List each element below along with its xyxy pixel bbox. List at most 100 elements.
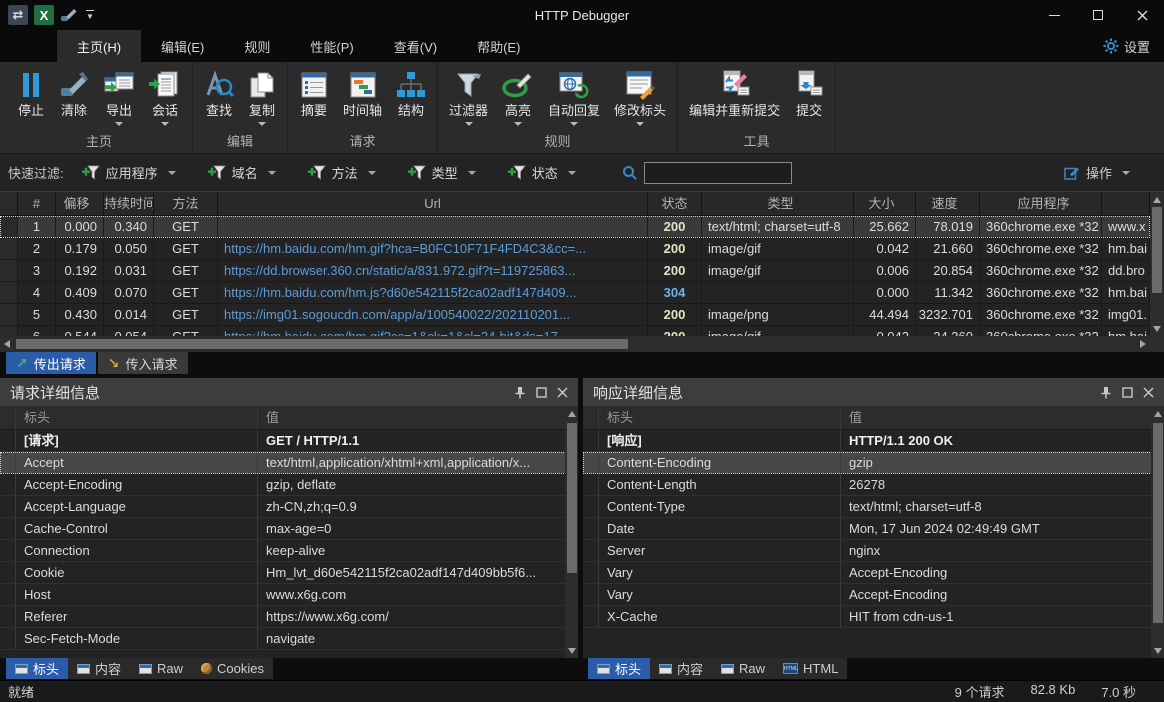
menu-tab-1[interactable]: 主页(H) <box>57 30 141 62</box>
table-row[interactable]: 10.0000.340GET200text/html; charset=utf-… <box>0 216 1150 238</box>
vertical-scrollbar[interactable] <box>1151 406 1164 658</box>
table-row[interactable]: 60.5440.054GEThttps://hm.baidu.com/hm.gi… <box>0 326 1150 336</box>
close-panel-icon[interactable] <box>557 387 568 398</box>
detail-row[interactable]: Connectionkeep-alive <box>0 540 578 562</box>
column-header-size[interactable]: 大小 <box>854 192 916 215</box>
edit-resubmit-button[interactable]: 编辑并重新提交 <box>682 65 787 129</box>
column-header-status[interactable]: 状态 <box>648 192 702 215</box>
highlight-button[interactable]: 高亮 <box>495 65 541 129</box>
detail-row[interactable]: Content-Typetext/html; charset=utf-8 <box>583 496 1164 518</box>
copy-button[interactable]: 复制 <box>241 65 283 129</box>
minimize-button[interactable] <box>1032 0 1076 30</box>
scroll-up-button[interactable] <box>1150 192 1164 207</box>
column-header-url[interactable]: Url <box>218 192 648 215</box>
find-button[interactable]: 查找 <box>197 65 241 129</box>
column-header-duration[interactable]: 持续时间 <box>104 192 154 215</box>
column-header-speed[interactable]: 速度 <box>916 192 980 215</box>
detail-row[interactable]: Sec-Fetch-Modenavigate <box>0 628 578 650</box>
request-tab-headers[interactable]: 标头 <box>6 658 68 679</box>
menu-tab-5[interactable]: 查看(V) <box>374 30 457 62</box>
detail-row[interactable]: Content-Length26278 <box>583 474 1164 496</box>
scroll-right-button[interactable] <box>1136 337 1150 352</box>
tab-incoming-requests[interactable]: ↘ 传入请求 <box>98 352 188 374</box>
filter-application[interactable]: 应用程序 <box>82 163 176 182</box>
table-row[interactable]: 50.4300.014GEThttps://img01.sogoucdn.com… <box>0 304 1150 326</box>
scroll-up-button[interactable] <box>1151 406 1164 421</box>
detail-row[interactable]: [请求]GET / HTTP/1.1 <box>0 430 578 452</box>
filter-method[interactable]: 方法 <box>308 163 376 182</box>
request-tab-raw[interactable]: Raw <box>130 658 192 679</box>
filter-domain[interactable]: 域名 <box>208 163 276 182</box>
detail-row[interactable]: Servernginx <box>583 540 1164 562</box>
detail-row[interactable]: VaryAccept-Encoding <box>583 584 1164 606</box>
quick-access-caret-icon[interactable]: ▼ <box>86 10 94 21</box>
vertical-scrollbar[interactable] <box>565 406 578 658</box>
stop-button[interactable]: 停止 <box>10 65 52 129</box>
search-input[interactable] <box>644 162 792 184</box>
table-row[interactable]: 20.1790.050GEThttps://hm.baidu.com/hm.gi… <box>0 238 1150 260</box>
column-header-marker[interactable] <box>0 192 18 215</box>
detail-row[interactable]: Hostwww.x6g.com <box>0 584 578 606</box>
detail-row[interactable]: X-CacheHIT from cdn-us-1 <box>583 606 1164 628</box>
close-panel-icon[interactable] <box>1143 387 1154 398</box>
maximize-panel-icon[interactable] <box>536 387 547 398</box>
close-button[interactable] <box>1120 0 1164 30</box>
brush-icon[interactable] <box>60 5 78 26</box>
auto-respond-button[interactable]: 自动回复 <box>541 65 607 129</box>
settings-button[interactable]: 设置 <box>1089 30 1164 62</box>
column-header-app[interactable]: 应用程序 <box>980 192 1102 215</box>
scrollbar-thumb[interactable] <box>567 423 577 573</box>
detail-row[interactable]: [响应]HTTP/1.1 200 OK <box>583 430 1164 452</box>
menu-tab-4[interactable]: 性能(P) <box>290 30 373 62</box>
column-header-num[interactable]: # <box>18 192 56 215</box>
filter-type[interactable]: 类型 <box>408 163 476 182</box>
scrollbar-thumb[interactable] <box>1153 423 1163 623</box>
response-tab-html[interactable]: HTMLHTML <box>774 658 847 679</box>
column-header-domain[interactable] <box>1102 192 1150 215</box>
session-button[interactable]: 会话 <box>142 65 188 129</box>
detail-row[interactable]: VaryAccept-Encoding <box>583 562 1164 584</box>
timeline-button[interactable]: 时间轴 <box>336 65 389 129</box>
pin-icon[interactable] <box>514 386 526 399</box>
submit-button[interactable]: 提交 <box>787 65 831 129</box>
response-tab-raw[interactable]: Raw <box>712 658 774 679</box>
detail-row[interactable]: Accepttext/html,application/xhtml+xml,ap… <box>0 452 578 474</box>
detail-row[interactable]: Content-Encodinggzip <box>583 452 1164 474</box>
scrollbar-thumb[interactable] <box>16 339 628 349</box>
scroll-up-button[interactable] <box>565 406 579 421</box>
detail-row[interactable]: Accept-Encodinggzip, deflate <box>0 474 578 496</box>
column-header-type[interactable]: 类型 <box>702 192 854 215</box>
table-row[interactable]: 30.1920.031GEThttps://dd.browser.360.cn/… <box>0 260 1150 282</box>
detail-row[interactable]: DateMon, 17 Jun 2024 02:49:49 GMT <box>583 518 1164 540</box>
excel-export-icon[interactable]: X <box>34 5 54 25</box>
sync-icon[interactable]: ⇄ <box>8 5 28 25</box>
scroll-down-button[interactable] <box>1151 643 1164 658</box>
maximize-button[interactable] <box>1076 0 1120 30</box>
column-header-method[interactable]: 方法 <box>154 192 218 215</box>
response-tab-headers[interactable]: 标头 <box>588 658 650 679</box>
menu-tab-6[interactable]: 帮助(E) <box>457 30 540 62</box>
export-button[interactable]: 导出 <box>96 65 142 129</box>
scroll-down-button[interactable] <box>1150 321 1164 336</box>
menu-tab-2[interactable]: 编辑(E) <box>141 30 224 62</box>
actions-button[interactable]: 操作 <box>1064 163 1130 182</box>
response-tab-content[interactable]: 内容 <box>650 658 712 679</box>
scroll-down-button[interactable] <box>565 643 579 658</box>
table-row[interactable]: 40.4090.070GEThttps://hm.baidu.com/hm.js… <box>0 282 1150 304</box>
horizontal-scrollbar[interactable] <box>0 336 1150 352</box>
column-header-offset[interactable]: 偏移 <box>56 192 104 215</box>
detail-row[interactable]: Cache-Controlmax-age=0 <box>0 518 578 540</box>
pin-icon[interactable] <box>1100 386 1112 399</box>
scroll-left-button[interactable] <box>0 337 14 352</box>
scrollbar-thumb[interactable] <box>1152 207 1162 293</box>
tab-outgoing-requests[interactable]: ↗ 传出请求 <box>6 352 96 374</box>
menu-tab-3[interactable]: 规则 <box>224 30 290 62</box>
summary-button[interactable]: 摘要 <box>292 65 336 129</box>
request-tab-content[interactable]: 内容 <box>68 658 130 679</box>
modify-headers-button[interactable]: 修改标头 <box>607 65 673 129</box>
detail-row[interactable]: CookieHm_lvt_d60e542115f2ca02adf147d409b… <box>0 562 578 584</box>
vertical-scrollbar[interactable] <box>1150 192 1164 336</box>
filter-status[interactable]: 状态 <box>508 163 576 182</box>
detail-row[interactable]: Refererhttps://www.x6g.com/ <box>0 606 578 628</box>
request-tab-cookies[interactable]: Cookies <box>192 658 273 679</box>
